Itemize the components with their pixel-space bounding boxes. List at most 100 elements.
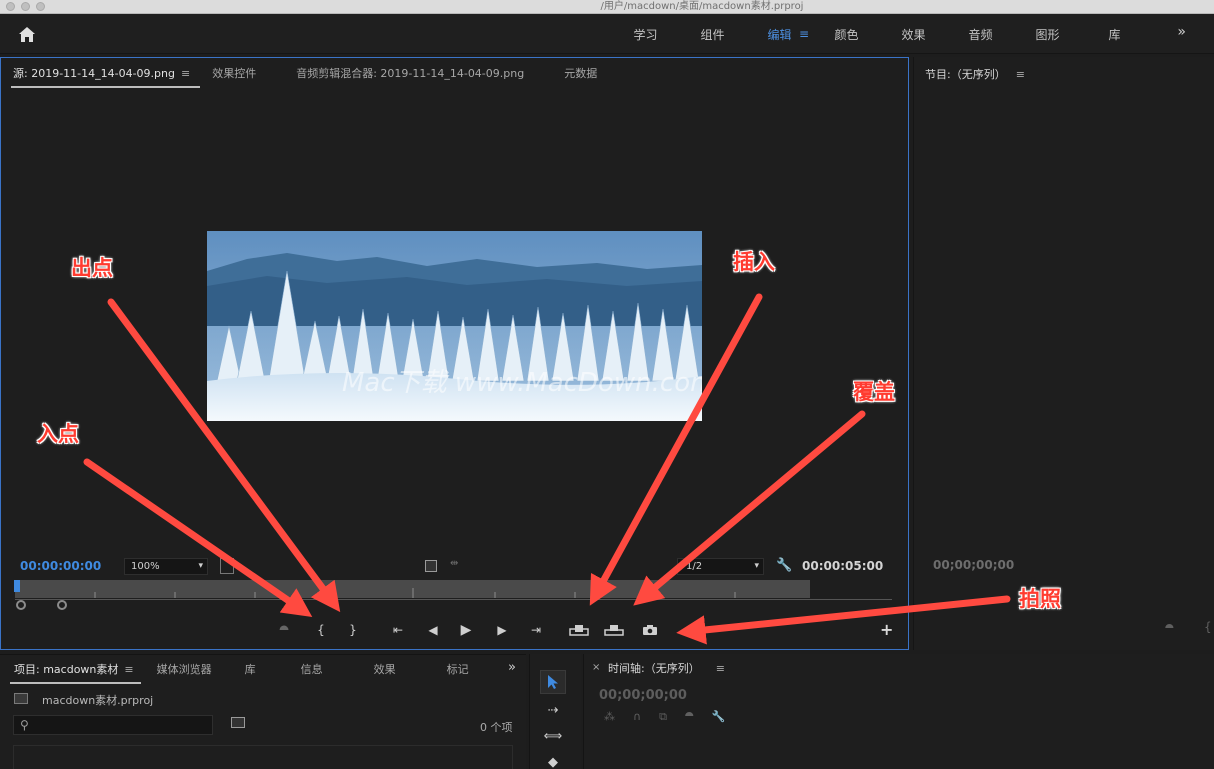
source-monitor-panel: 源: 2019-11-14_14-04-09.png ≡ 效果控件 音频剪辑混合器… [0, 57, 909, 650]
wrench-icon[interactable]: 🔧 [712, 710, 726, 724]
project-search-input[interactable]: ⚲ [13, 715, 213, 735]
drag-video-icon[interactable]: ⇹ [450, 558, 458, 569]
add-marker-icon[interactable]: ⯊ [685, 710, 694, 724]
snap-magnet-icon[interactable]: ∩ [633, 710, 641, 724]
project-panel: 项目: macdown素材 ≡ 媒体浏览器 库 信息 效果 标记 » macdow… [0, 654, 526, 769]
ripple-edit-tool[interactable]: ⟺ [540, 724, 566, 748]
playback-resolution-value: 1/2 [686, 561, 703, 572]
tab-source[interactable]: 源: 2019-11-14_14-04-09.png ≡ [1, 65, 202, 88]
hamburger-menu-icon[interactable]: ≡ [799, 27, 809, 41]
tab-audio-clip-mixer[interactable]: 音频剪辑混合器: 2019-11-14_14-04-09.png [268, 65, 536, 81]
marker-icon[interactable]: ⯊ [1165, 622, 1174, 636]
workspace-header: 学习 组件 编辑 ≡ 颜色 效果 音频 图形 库 » [0, 14, 1214, 54]
home-icon [19, 26, 35, 42]
tab-project[interactable]: 项目: macdown素材 ≡ [0, 661, 143, 684]
mark-in-icon[interactable]: { [1204, 620, 1212, 634]
tab-libraries[interactable]: 库 [221, 661, 265, 677]
program-panel-title[interactable]: 节目:（无序列） ≡ [925, 66, 1025, 82]
mark-out-button[interactable]: } [346, 618, 360, 642]
settings-square-icon[interactable] [220, 558, 234, 574]
play-button[interactable]: ▶ [456, 618, 476, 642]
go-to-in-button[interactable]: ⇤ [388, 618, 408, 642]
overwrite-button[interactable] [603, 618, 625, 642]
program-monitor-panel: 节目:（无序列） ≡ 00;00;00;00 ⯊ { [913, 57, 1214, 650]
new-bin-icon[interactable] [231, 717, 245, 728]
panel-menu-icon[interactable]: ≡ [1016, 68, 1025, 81]
workspace-graphics[interactable]: 图形 [1014, 26, 1081, 43]
timeline-panel: × 时间轴:（无序列） ≡ 00;00;00;00 ⁂ ∩ ⧉ ⯊ 🔧 [583, 654, 1214, 769]
arrow-cursor-icon [548, 675, 558, 689]
nest-icon[interactable]: ⁂ [604, 710, 615, 724]
tab-media-browser[interactable]: 媒体浏览器 [143, 661, 221, 677]
workspace-libraries[interactable]: 库 [1081, 26, 1148, 43]
watermark-text: Mac下载 www.MacDown.com [342, 368, 702, 398]
program-timecode[interactable]: 00;00;00;00 [933, 558, 1014, 572]
more-workspaces-icon[interactable]: » [1177, 24, 1186, 40]
annotation-out-point: 出点 [71, 256, 113, 280]
workspace-learn[interactable]: 学习 [612, 26, 679, 43]
track-select-tool[interactable]: ⇢ [540, 698, 566, 722]
folder-icon [14, 693, 28, 704]
chevron-down-icon: ▾ [198, 561, 203, 571]
timeline-title-label: 时间轴:（无序列） [608, 662, 700, 675]
panel-menu-icon[interactable]: ≡ [716, 662, 725, 675]
snowy-forest-image: Mac下载 www.MacDown.com [207, 231, 702, 421]
tab-info[interactable]: 信息 [265, 661, 332, 677]
playback-resolution-select[interactable]: 1/2 ▾ [677, 558, 764, 575]
mark-in-button[interactable]: { [314, 618, 328, 642]
add-marker-button[interactable]: ⯊ [277, 618, 291, 642]
timeline-title[interactable]: 时间轴:（无序列） ≡ [608, 660, 725, 676]
close-icon[interactable]: × [592, 662, 600, 673]
tab-metadata[interactable]: 元数据 [536, 65, 609, 81]
project-panel-tabs: 项目: macdown素材 ≡ 媒体浏览器 库 信息 效果 标记 [0, 658, 478, 684]
timeline-timecode[interactable]: 00;00;00;00 [599, 688, 687, 703]
workspace-editing-label: 编辑 [767, 27, 792, 42]
playhead[interactable] [14, 580, 20, 592]
zoom-scroll-bar[interactable] [15, 599, 892, 605]
insert-button[interactable] [568, 618, 590, 642]
workspace-effects[interactable]: 效果 [880, 26, 947, 43]
annotation-insert: 插入 [733, 250, 775, 274]
search-icon: ⚲ [20, 718, 29, 732]
tab-effects[interactable]: 效果 [332, 661, 405, 677]
step-back-button[interactable]: ◀ [423, 618, 443, 642]
button-editor-plus-icon[interactable]: + [880, 620, 893, 639]
workspace-audio[interactable]: 音频 [947, 26, 1014, 43]
camera-icon [643, 625, 657, 635]
timeline-toolbar: ⁂ ∩ ⧉ ⯊ 🔧 [604, 710, 725, 724]
wrench-icon[interactable]: 🔧 [776, 558, 792, 573]
film-strip-icon[interactable] [425, 560, 437, 572]
source-timecode-current[interactable]: 00:00:00:00 [20, 559, 101, 573]
razor-tool[interactable]: ◆ [540, 750, 566, 769]
linked-selection-icon[interactable]: ⧉ [659, 710, 667, 724]
selection-tool[interactable] [540, 670, 566, 694]
annotation-overwrite: 覆盖 [853, 380, 895, 404]
zoom-handle-right[interactable] [57, 600, 67, 610]
insert-icon [569, 625, 589, 636]
workspace-assembly[interactable]: 组件 [679, 26, 746, 43]
step-forward-button[interactable]: ▶ [492, 618, 512, 642]
source-panel-tabs: 源: 2019-11-14_14-04-09.png ≡ 效果控件 音频剪辑混合器… [1, 58, 609, 88]
panel-menu-icon[interactable]: ≡ [124, 663, 133, 676]
tab-markers[interactable]: 标记 [405, 661, 478, 677]
more-panels-icon[interactable]: » [508, 660, 516, 675]
workspace-color[interactable]: 颜色 [813, 26, 880, 43]
transport-controls: ⯊ { } ⇤ ◀ ▶ ▶ ⇥ [1, 618, 910, 642]
source-video-frame[interactable]: Mac下载 www.MacDown.com [207, 231, 702, 421]
project-item-list[interactable] [13, 745, 513, 769]
workspace-tabs: 学习 组件 编辑 ≡ 颜色 效果 音频 图形 库 [612, 14, 1148, 54]
export-frame-button[interactable] [640, 618, 660, 642]
zoom-handle-left[interactable] [16, 600, 26, 610]
panel-menu-icon[interactable]: ≡ [181, 67, 190, 80]
home-button[interactable] [14, 23, 40, 45]
workspace-editing[interactable]: 编辑 ≡ [746, 26, 813, 43]
tab-source-label: 源: 2019-11-14_14-04-09.png [13, 67, 175, 80]
go-to-out-button[interactable]: ⇥ [526, 618, 546, 642]
tab-project-label: 项目: macdown素材 [14, 663, 119, 676]
annotation-snapshot: 拍照 [1019, 587, 1061, 611]
window-title-path: /用户/macdown/桌面/macdown素材.prproj [600, 1, 804, 12]
zoom-level-value: 100% [131, 561, 160, 572]
zoom-level-select[interactable]: 100% ▾ [124, 558, 208, 575]
overwrite-icon [604, 625, 624, 636]
tab-effect-controls[interactable]: 效果控件 [202, 65, 268, 81]
